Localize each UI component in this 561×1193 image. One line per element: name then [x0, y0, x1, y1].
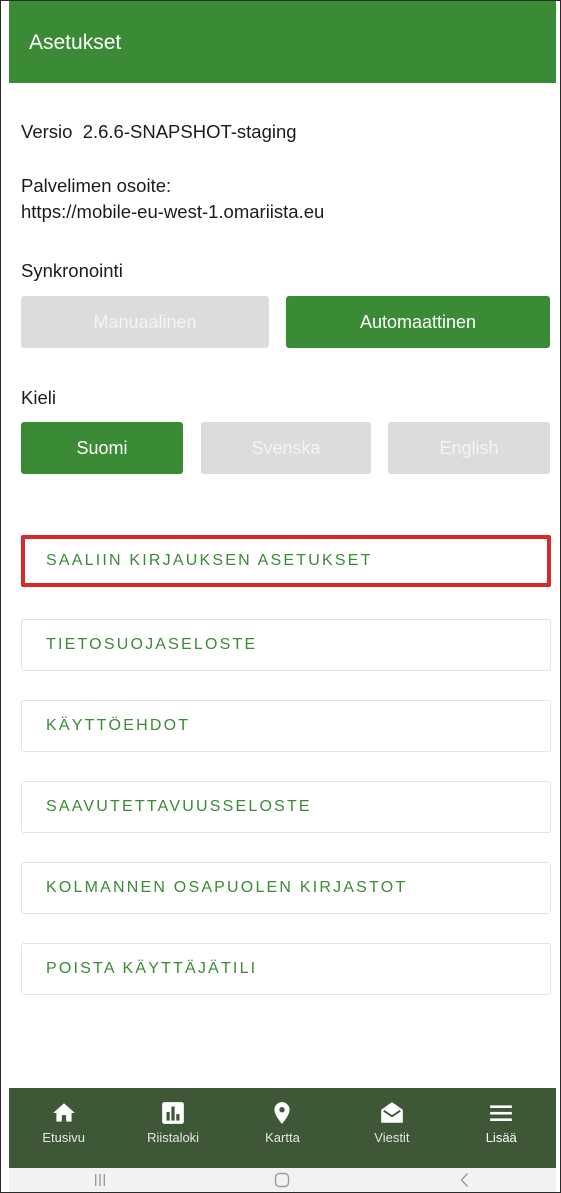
map-pin-icon	[274, 1102, 291, 1124]
home-circle-icon[interactable]	[272, 1170, 292, 1190]
home-icon	[52, 1103, 75, 1122]
nav-label: Kartta	[265, 1130, 300, 1145]
sync-automatic-button[interactable]: Automaattinen	[286, 296, 550, 348]
page-title: Asetukset	[29, 31, 122, 54]
mail-icon	[381, 1102, 403, 1123]
menu-item-delete-account[interactable]: POISTA KÄYTTÄJÄTILI	[21, 943, 551, 995]
nav-label: Riistaloki	[147, 1130, 200, 1145]
language-svenska-button[interactable]: Svenska	[201, 422, 371, 474]
nav-item-viestit[interactable]: Viestit	[352, 1100, 432, 1145]
nav-label: Lisää	[485, 1130, 517, 1145]
menu-item-catch-settings[interactable]: SAALIIN KIRJAUKSEN ASETUKSET	[21, 535, 551, 587]
menu-icon	[490, 1105, 513, 1122]
menu-item-third-party-libraries[interactable]: KOLMANNEN OSAPUOLEN KIRJASTOT	[21, 862, 551, 914]
nav-label: Etusivu	[42, 1130, 85, 1145]
sync-title: Synkronointi	[21, 260, 123, 281]
language-suomi-button[interactable]: Suomi	[21, 422, 183, 474]
bottom-navigation: Etusivu Riistaloki Kartta Viestit Lisää	[9, 1088, 556, 1168]
language-english-button[interactable]: English	[388, 422, 550, 474]
nav-item-etusivu[interactable]: Etusivu	[24, 1100, 104, 1145]
language-title: Kieli	[21, 387, 56, 408]
app-bar: Asetukset	[9, 1, 556, 83]
nav-label: Viestit	[374, 1130, 410, 1145]
bar-chart-icon	[162, 1102, 184, 1124]
version-text: Versio 2.6.6-SNAPSHOT-staging	[21, 121, 297, 142]
back-icon[interactable]	[455, 1170, 475, 1190]
sync-manual-button[interactable]: Manuaalinen	[21, 296, 269, 348]
nav-item-kartta[interactable]: Kartta	[242, 1100, 322, 1145]
nav-item-riistaloki[interactable]: Riistaloki	[133, 1100, 213, 1145]
menu-item-accessibility[interactable]: SAAVUTETTAVUUSSELOSTE	[21, 781, 551, 833]
server-address-value: https://mobile-eu-west-1.omariista.eu	[21, 201, 325, 222]
menu-item-terms[interactable]: KÄYTTÖEHDOT	[21, 700, 551, 752]
menu-item-privacy-policy[interactable]: TIETOSUOJASELOSTE	[21, 619, 551, 671]
nav-item-lisaa[interactable]: Lisää	[461, 1100, 541, 1145]
system-navigation-bar	[9, 1168, 556, 1192]
phone-screen: Asetukset Versio 2.6.6-SNAPSHOT-staging …	[0, 0, 561, 1193]
recents-icon[interactable]	[90, 1170, 110, 1190]
server-address-label: Palvelimen osoite:	[21, 175, 172, 196]
